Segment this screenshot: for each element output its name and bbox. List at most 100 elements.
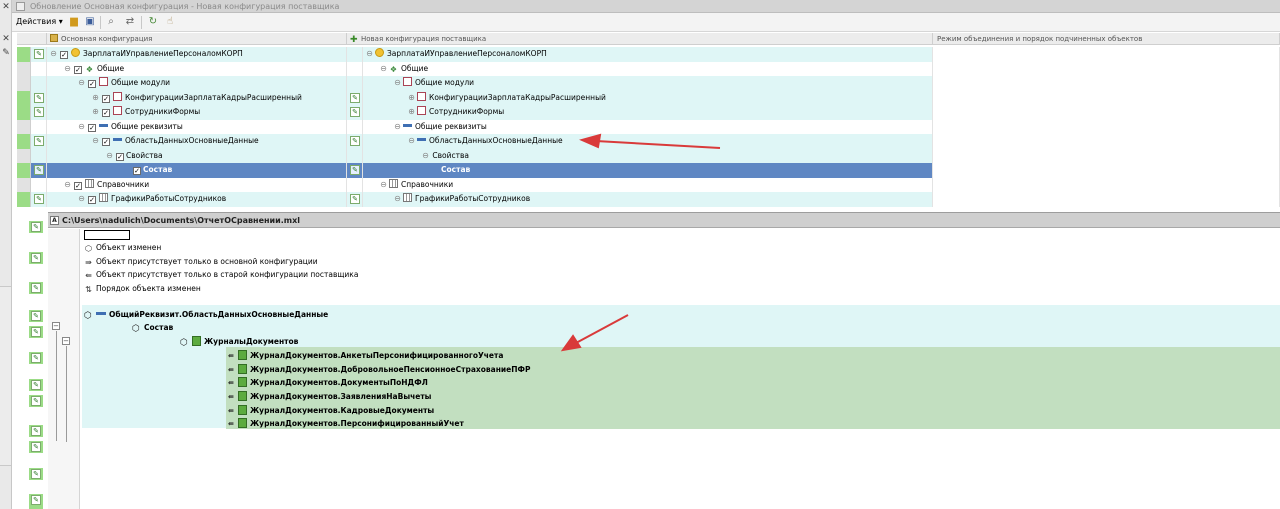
expand-icon[interactable]: ⊕ [407, 105, 416, 119]
tree-row[interactable]: ⊖ ✓ Свойства ⊖ Свойства [17, 148, 1280, 163]
edit-mark-icon[interactable]: ✎ [31, 396, 41, 406]
find-icon[interactable]: ⌕ [105, 16, 117, 28]
report-journal-row[interactable]: ⇚ ЖурналДокументов.ПерсонифицированныйУче… [228, 417, 464, 431]
edit-mark-icon[interactable]: ✎ [31, 469, 41, 479]
tree-row[interactable]: ✎ ⊕ ✓ КонфигурацииЗарплатаКадрыРасширенный… [17, 90, 1280, 105]
collapse-group-icon[interactable]: − [52, 322, 60, 330]
merge-mode-cell[interactable]: Взять из новой конфигурации поставщика [933, 163, 1280, 178]
header-main-config[interactable]: Основная конфигурация [47, 33, 347, 45]
expand-icon[interactable]: ⊕ [91, 105, 100, 119]
collapse-icon[interactable]: ⊖ [393, 76, 402, 90]
tree-row[interactable]: ⊖ ✓ Справочники ⊖ Справочники [17, 177, 1280, 192]
collapse-icon[interactable]: ⊖ [365, 47, 374, 61]
expand-icon[interactable]: ⊕ [407, 91, 416, 105]
close-icon[interactable]: ✕ [1, 2, 11, 12]
edit-mark[interactable]: ✎ [29, 425, 43, 437]
edit-mark-icon[interactable]: ✎ [34, 194, 44, 204]
merge-mode-cell[interactable] [933, 47, 1280, 62]
collapse-icon[interactable]: ⊖ [393, 192, 402, 206]
tree-row[interactable]: ✎ ⊖ ✓ ЗарплатаИУправлениеПерсоналомКОРП ⊖ З… [17, 47, 1280, 62]
save-icon[interactable]: ▣ [84, 16, 96, 28]
edit-mark-icon[interactable]: ✎ [31, 442, 41, 452]
edit-mark-icon[interactable]: ✎ [31, 353, 41, 363]
merge-mode-cell[interactable] [933, 119, 1280, 134]
checkbox[interactable]: ✓ [102, 94, 110, 103]
edit-mark-icon[interactable]: ✎ [31, 327, 41, 337]
edit-mark[interactable]: ✎ [29, 441, 43, 453]
refresh-icon[interactable]: ↻ [147, 16, 159, 28]
tree-row[interactable]: ⊖ ✓ Общие реквизиты ⊖ Общие реквизиты [17, 119, 1280, 134]
checkbox[interactable]: ✓ [88, 123, 96, 132]
collapse-icon[interactable]: ⊖ [63, 62, 72, 76]
report-journal-row[interactable]: ⇚ ЖурналДокументов.КадровыеДокументы [228, 404, 434, 418]
collapse-icon[interactable]: ⊖ [379, 62, 388, 76]
collapse-icon[interactable]: ⊖ [91, 134, 100, 148]
merge-mode-cell[interactable] [933, 134, 1280, 149]
merge-mode-cell[interactable] [933, 90, 1280, 105]
compare-icon[interactable]: ⇄ [124, 16, 136, 28]
edit-mark-icon[interactable]: ✎ [350, 194, 360, 204]
edit-mark[interactable]: ✎ [29, 252, 43, 264]
merge-mode-cell[interactable] [933, 192, 1280, 207]
tree-row[interactable]: ⊖ ✓ ❖ Общие ⊖ ❖ Общие [17, 61, 1280, 76]
merge-mode-cell[interactable] [933, 177, 1280, 192]
tree-row[interactable]: ✎ ⊖ ✓ ГрафикиРаботыСотрудников ✎ ⊖ ГрафикиР… [17, 192, 1280, 207]
collapse-group-icon[interactable]: − [62, 337, 70, 345]
collapse-icon[interactable]: ⊖ [63, 178, 72, 192]
edit-mark[interactable]: ✎ [29, 379, 43, 391]
cell-cursor[interactable] [84, 230, 130, 240]
merge-mode-cell[interactable] [933, 76, 1280, 91]
checkbox[interactable]: ✓ [74, 65, 82, 74]
edit-mark[interactable]: ✎ [29, 494, 43, 509]
edit-mark[interactable]: ✎ [29, 352, 43, 364]
collapse-icon[interactable]: ⊖ [421, 149, 430, 163]
edit-mark-icon[interactable]: ✎ [350, 165, 360, 175]
edit-mark-icon[interactable]: ✎ [34, 49, 44, 59]
actions-menu[interactable]: Действия ▾ [16, 17, 63, 27]
tree-row[interactable]: ✎ ⊕ ✓ СотрудникиФормы ✎ ⊕ СотрудникиФормы [17, 105, 1280, 120]
edit-mark-icon[interactable]: ✎ [34, 107, 44, 117]
edit-mark[interactable]: ✎ [29, 221, 43, 233]
edit-mark-icon[interactable]: ✎ [350, 107, 360, 117]
edit-mark-icon[interactable]: ✎ [350, 92, 360, 103]
edit-mark-icon[interactable]: ✎ [350, 136, 360, 146]
collapse-icon[interactable]: ⊖ [77, 192, 86, 206]
checkbox[interactable]: ✓ [133, 167, 141, 175]
folder-icon[interactable]: ▆ [68, 16, 80, 28]
collapse-icon[interactable]: ⊖ [77, 76, 86, 90]
collapse-icon[interactable]: ⊖ [393, 120, 402, 134]
merge-mode-cell[interactable] [933, 105, 1280, 120]
collapse-icon[interactable]: ⊖ [407, 134, 416, 148]
edit-mark[interactable]: ✎ [29, 395, 43, 407]
collapse-icon[interactable]: ⊖ [77, 120, 86, 134]
checkbox[interactable]: ✓ [102, 138, 110, 146]
header-vendor-config[interactable]: ✚ Новая конфигурация поставщика [347, 33, 933, 45]
edit-mark-icon[interactable]: ✎ [34, 136, 44, 146]
edit-mark[interactable]: ✎ [29, 282, 43, 294]
checkbox[interactable]: ✓ [88, 196, 96, 204]
edit-mark-icon[interactable]: ✎ [34, 92, 44, 103]
edit-mark-icon[interactable]: ✎ [31, 253, 41, 263]
edit-mark-icon[interactable]: ✎ [31, 495, 41, 505]
collapse-icon[interactable]: ⊖ [379, 178, 388, 192]
edit-mark-icon[interactable]: ✎ [31, 283, 41, 293]
edit-mark[interactable]: ✎ [29, 468, 43, 480]
header-merge-mode[interactable]: Режим объединения и порядок подчиненных … [933, 33, 1280, 45]
report-journal-row[interactable]: ⇚ ЖурналДокументов.ЗаявленияНаВычеты [228, 390, 431, 404]
checkbox[interactable]: ✓ [74, 181, 82, 190]
report-journal-row[interactable]: ⇚ ЖурналДокументов.ДокументыПоНДФЛ [228, 376, 428, 390]
edit-mark[interactable]: ✎ [29, 326, 43, 338]
edit-mark-icon[interactable]: ✎ [31, 311, 41, 321]
checkbox[interactable]: ✓ [88, 80, 96, 88]
report-journals-group-row[interactable]: ⬡ ЖурналыДокументов [180, 335, 298, 348]
edit-mark-icon[interactable]: ✎ [31, 222, 41, 232]
report-journal-row[interactable]: ⇚ ЖурналДокументов.АнкетыПерсонифицирован… [228, 349, 503, 363]
report-journal-row[interactable]: ⇚ ЖурналДокументов.ДобровольноеПенсионное… [228, 363, 530, 377]
report-composition-row[interactable]: ⬡ Состав [132, 321, 173, 334]
checkbox[interactable]: ✓ [60, 51, 68, 59]
hand-icon[interactable]: ☝ [164, 16, 176, 28]
tree-row-selected[interactable]: ✎ ✓ Состав ✎ Состав Взять из новой конфиг… [17, 163, 1280, 178]
checkbox[interactable]: ✓ [102, 109, 110, 117]
merge-mode-cell[interactable] [933, 148, 1280, 163]
pin-icon[interactable]: ✎ [1, 48, 11, 58]
